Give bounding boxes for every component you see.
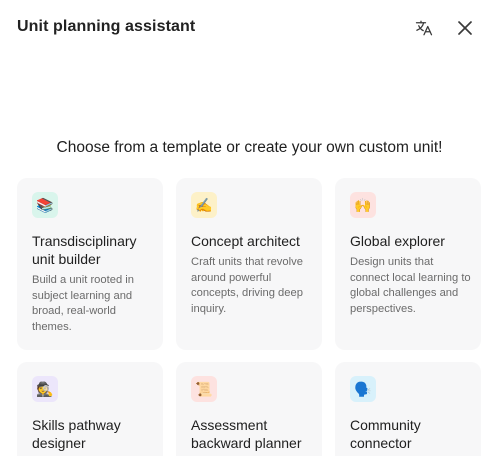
template-card-transdisciplinary[interactable]: 📚 Transdisciplinary unit builder Build a…: [17, 178, 163, 350]
card-title: Transdisciplinary unit builder: [32, 233, 137, 267]
template-prompt: Choose from a template or create your ow…: [56, 139, 443, 156]
translate-icon: [415, 19, 433, 37]
card-description: Design units that connect local learning…: [350, 256, 471, 315]
card-title: Global explorer: [350, 233, 445, 249]
card-title: Concept architect: [191, 233, 300, 249]
detective-icon: 🕵️: [32, 376, 58, 402]
card-title: Skills pathway designer: [32, 417, 121, 451]
template-card-concept[interactable]: ✍️ Concept architect Craft units that re…: [176, 178, 322, 350]
translate-button[interactable]: [413, 17, 435, 39]
page-title: Unit planning assistant: [17, 18, 196, 35]
close-button[interactable]: [454, 17, 476, 39]
speech-bubble-icon: 🗣️: [350, 376, 376, 402]
template-card-skills[interactable]: 🕵️ Skills pathway designer: [17, 362, 163, 456]
template-card-global[interactable]: 🙌 Global explorer Design units that conn…: [335, 178, 481, 350]
template-card-assessment[interactable]: 📜 Assessment backward planner: [176, 362, 322, 456]
close-icon: [457, 20, 473, 36]
card-title: Assessment backward planner: [191, 417, 302, 451]
template-card-community[interactable]: 🗣️ Community connector: [335, 362, 481, 456]
writing-hand-icon: ✍️: [191, 192, 217, 218]
scroll-icon: 📜: [191, 376, 217, 402]
globe-hands-icon: 🙌: [350, 192, 376, 218]
card-description: Craft units that revolve around powerful…: [191, 256, 303, 315]
card-description: Build a unit rooted in subject learning …: [32, 274, 134, 333]
books-icon: 📚: [32, 192, 58, 218]
card-title: Community connector: [350, 417, 421, 451]
header: Unit planning assistant: [0, 0, 499, 56]
